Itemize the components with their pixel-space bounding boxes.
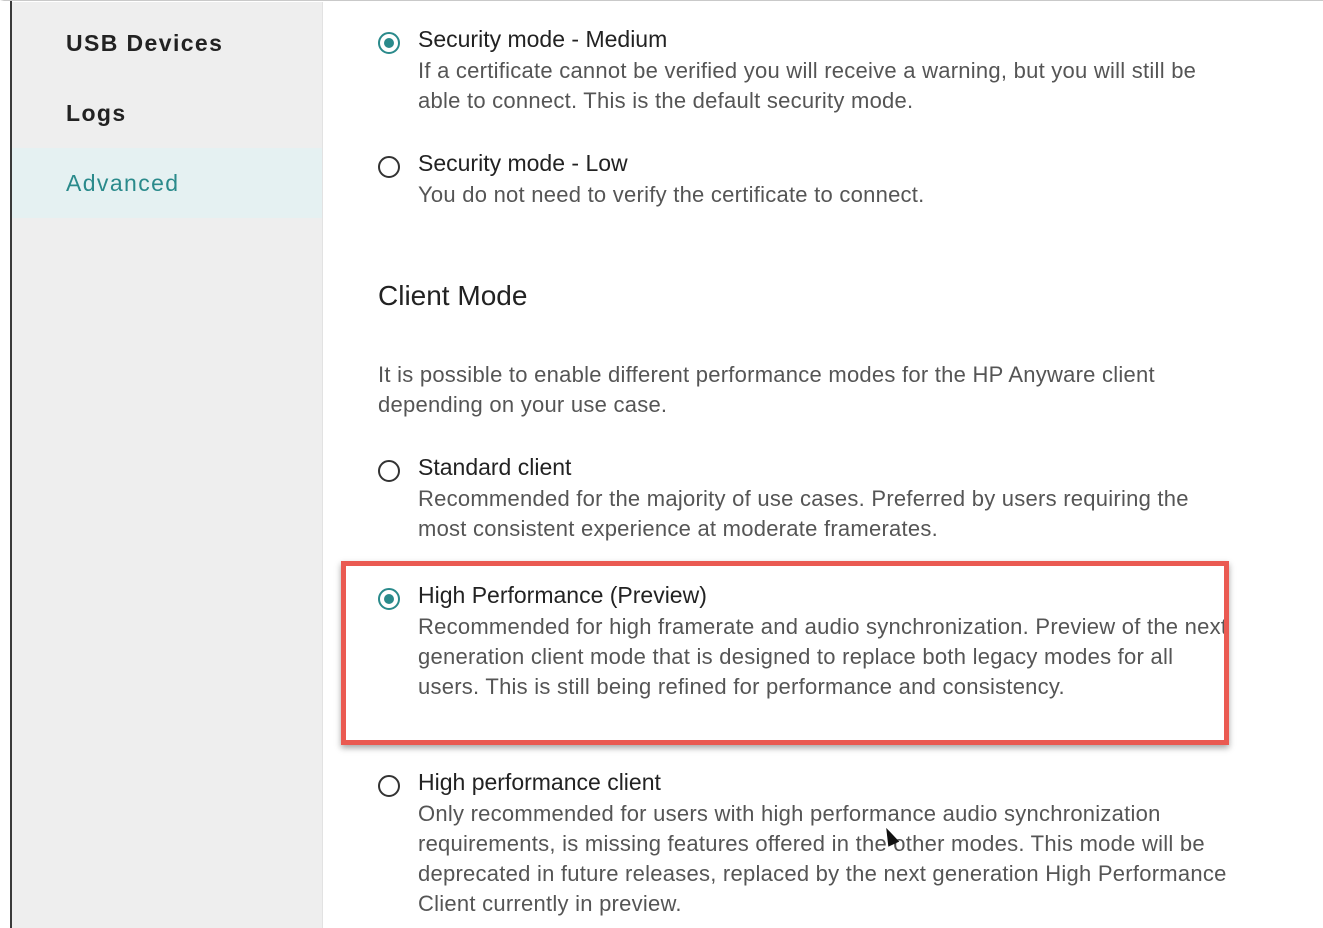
security-medium-radio[interactable] — [378, 32, 400, 54]
client-mode-description: It is possible to enable different perfo… — [378, 362, 1155, 417]
option-description: You do not need to verify the certificat… — [418, 182, 925, 207]
sidebar-item-usb-devices[interactable]: USB Devices — [12, 8, 322, 78]
sidebar: USB Devices Logs Advanced — [12, 2, 323, 928]
sidebar-item-label: Advanced — [66, 169, 180, 196]
client-mode-heading: Client Mode — [378, 280, 528, 311]
settings-window: USB Devices Logs Advanced Security mode … — [0, 0, 1323, 928]
option-description: Only recommended for users with high per… — [418, 801, 1227, 916]
high-performance-client-radio[interactable] — [378, 775, 400, 797]
option-title: Standard client — [418, 454, 572, 480]
sidebar-item-label: USB Devices — [66, 29, 224, 56]
option-description: Recommended for the majority of use case… — [418, 486, 1189, 541]
advanced-settings-panel: Security mode - Medium If a certificate … — [323, 2, 1323, 928]
sidebar-item-advanced[interactable]: Advanced — [12, 148, 322, 218]
option-title: Security mode - Medium — [418, 26, 668, 52]
standard-client-radio[interactable] — [378, 460, 400, 482]
sidebar-item-logs[interactable]: Logs — [12, 78, 322, 148]
option-title: High performance client — [418, 769, 661, 795]
sidebar-item-label: Logs — [66, 99, 127, 126]
option-description: If a certificate cannot be verified you … — [418, 58, 1197, 113]
option-title: Security mode - Low — [418, 150, 628, 176]
security-low-radio[interactable] — [378, 156, 400, 178]
highlight-annotation-box — [341, 561, 1229, 745]
